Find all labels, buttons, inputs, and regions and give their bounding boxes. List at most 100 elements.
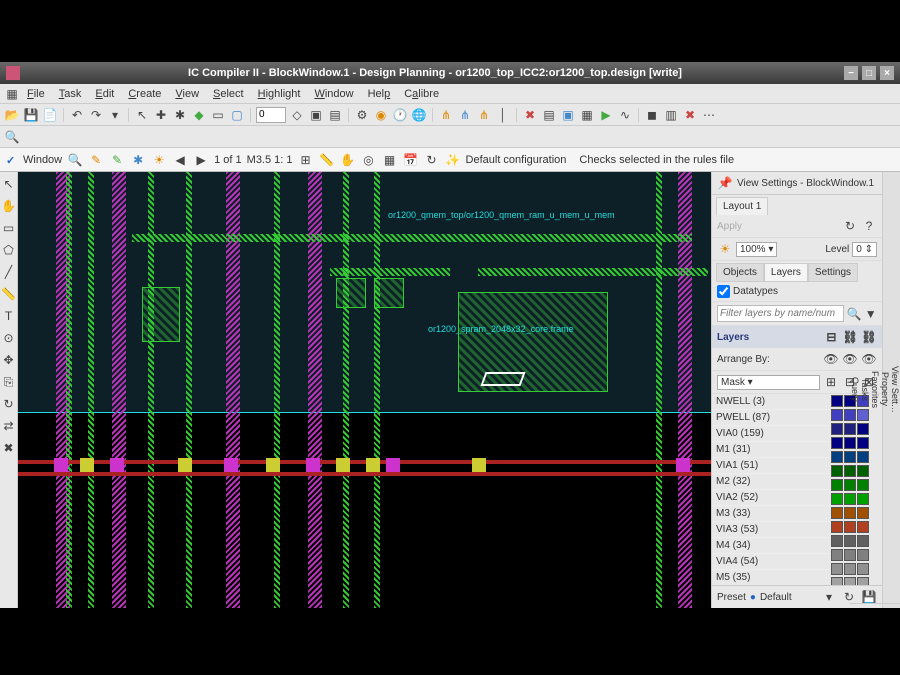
side-tab-favorites[interactable]: Favorites	[870, 176, 880, 604]
save-icon[interactable]: 💾	[23, 107, 39, 123]
layer-swatch[interactable]	[831, 451, 843, 463]
rect-tool-icon[interactable]: ▭	[1, 220, 17, 236]
wand-icon[interactable]: ✨	[445, 152, 461, 168]
square-icon[interactable]: ▣	[308, 107, 324, 123]
copy-tool-icon[interactable]: ⎘	[1, 374, 17, 390]
gear2-icon[interactable]: ✱	[130, 152, 146, 168]
wiz-icon[interactable]: ▦	[579, 107, 595, 123]
tool-c-icon[interactable]: ◆	[191, 107, 207, 123]
book-icon[interactable]: ▤	[327, 107, 343, 123]
layout-canvas[interactable]: or1200_qmem_top/or1200_qmem_ram_u_mem_u_…	[18, 172, 711, 608]
clock-icon[interactable]: 🕐	[392, 107, 408, 123]
layer-icon[interactable]: ▥	[663, 107, 679, 123]
preset-dropdown-icon[interactable]: ▾	[821, 589, 837, 605]
layer-row[interactable]: M5 (35)	[712, 570, 830, 585]
tool-b-icon[interactable]: ✱	[172, 107, 188, 123]
layer-swatch[interactable]	[831, 423, 843, 435]
minimize-button[interactable]: −	[844, 66, 858, 80]
extra-icon[interactable]: ⋯	[701, 107, 717, 123]
layer-swatch[interactable]	[831, 507, 843, 519]
layer-row[interactable]: NWELL (3)	[712, 394, 830, 410]
grid-icon[interactable]: ▦	[382, 152, 398, 168]
rotate-tool-icon[interactable]: ↻	[1, 396, 17, 412]
tree-c-icon[interactable]: ⋔	[476, 107, 492, 123]
open-icon[interactable]: 📂	[4, 107, 20, 123]
box-icon[interactable]: ▣	[560, 107, 576, 123]
app-menu-icon[interactable]: ▦	[4, 86, 20, 102]
pencil-icon[interactable]: ✎	[88, 152, 104, 168]
value-input[interactable]	[256, 107, 286, 123]
path-icon[interactable]: ∿	[617, 107, 633, 123]
ruler-icon[interactable]: 📏	[319, 152, 335, 168]
menu-edit[interactable]: Edit	[88, 86, 121, 102]
tool-d-icon[interactable]: ▭	[210, 107, 226, 123]
menu-task[interactable]: Task	[52, 86, 89, 102]
gear-icon[interactable]: ⚙	[354, 107, 370, 123]
sheet-icon[interactable]: ▤	[541, 107, 557, 123]
layer-row[interactable]: VIA4 (54)	[712, 554, 830, 570]
arrange-select[interactable]: Mask ▾	[717, 375, 820, 390]
tab-layers[interactable]: Layers	[764, 263, 808, 282]
mode-a-icon[interactable]: ⊞	[823, 374, 839, 390]
maximize-button[interactable]: □	[862, 66, 876, 80]
dropdown-icon[interactable]: ▾	[107, 107, 123, 123]
del-tool-icon[interactable]: ✖	[1, 440, 17, 456]
flip-tool-icon[interactable]: ⇄	[1, 418, 17, 434]
text-tool-icon[interactable]: T	[1, 308, 17, 324]
layer-swatch[interactable]	[831, 465, 843, 477]
layer-row[interactable]: M1 (31)	[712, 442, 830, 458]
layer-swatch[interactable]	[831, 479, 843, 491]
poly-tool-icon[interactable]: ⬠	[1, 242, 17, 258]
ruler-tool-icon[interactable]: 📏	[1, 286, 17, 302]
menu-select[interactable]: Select	[206, 86, 251, 102]
layer-swatch[interactable]	[831, 493, 843, 505]
pin-tool-icon[interactable]: ⊙	[1, 330, 17, 346]
move-tool-icon[interactable]: ✥	[1, 352, 17, 368]
layer-row[interactable]: VIA1 (51)	[712, 458, 830, 474]
hand-icon[interactable]: ✋	[340, 152, 356, 168]
layer-row[interactable]: M2 (32)	[712, 474, 830, 490]
tree-a-icon[interactable]: ⋔	[438, 107, 454, 123]
layer-swatch[interactable]	[831, 409, 843, 421]
arrow-right-icon[interactable]: ▶	[193, 152, 209, 168]
menu-window[interactable]: Window	[307, 86, 360, 102]
refresh-icon[interactable]: ↻	[424, 152, 440, 168]
menu-file[interactable]: File	[20, 86, 52, 102]
layer-row[interactable]: M4 (34)	[712, 538, 830, 554]
side-tab-property[interactable]: Property	[880, 176, 890, 604]
date-icon[interactable]: 📅	[403, 152, 419, 168]
go-icon[interactable]: ▶	[598, 107, 614, 123]
layer-swatch[interactable]	[831, 437, 843, 449]
menu-help[interactable]: Help	[361, 86, 398, 102]
menu-create[interactable]: Create	[121, 86, 168, 102]
edit-icon[interactable]: ✎	[109, 152, 125, 168]
pipe-icon[interactable]: │	[495, 107, 511, 123]
tab-layout1[interactable]: Layout 1	[716, 197, 768, 215]
tree-b-icon[interactable]: ⋔	[457, 107, 473, 123]
globe-icon[interactable]: 🌐	[411, 107, 427, 123]
zoom-icon[interactable]: 🔍	[4, 129, 20, 145]
redo-icon[interactable]: ↷	[88, 107, 104, 123]
menu-highlight[interactable]: Highlight	[251, 86, 308, 102]
layer-swatch[interactable]	[831, 577, 843, 585]
datatypes-checkbox[interactable]	[717, 285, 730, 298]
layer-row[interactable]: VIA3 (53)	[712, 522, 830, 538]
x2-icon[interactable]: ✖	[682, 107, 698, 123]
pin-icon[interactable]: 📌	[717, 175, 733, 191]
ptr-tool-icon[interactable]: ↖	[1, 176, 17, 192]
layer-swatch[interactable]	[831, 535, 843, 547]
layer-filter-input[interactable]	[717, 305, 844, 322]
layer-swatch[interactable]	[831, 521, 843, 533]
sun-icon[interactable]: ☀	[151, 152, 167, 168]
layer-swatch[interactable]	[831, 563, 843, 575]
cursor-icon[interactable]: ↖	[134, 107, 150, 123]
doc-icon[interactable]: 📄	[42, 107, 58, 123]
diamond-icon[interactable]: ◇	[289, 107, 305, 123]
highlight-icon[interactable]: ◉	[373, 107, 389, 123]
layer-swatch[interactable]	[831, 549, 843, 561]
dark-icon[interactable]: ◼	[644, 107, 660, 123]
side-tab-tasks[interactable]: Tasks	[860, 176, 870, 604]
fit-icon[interactable]: ⊞	[298, 152, 314, 168]
x-icon[interactable]: ✖	[522, 107, 538, 123]
line-tool-icon[interactable]: ╱	[1, 264, 17, 280]
